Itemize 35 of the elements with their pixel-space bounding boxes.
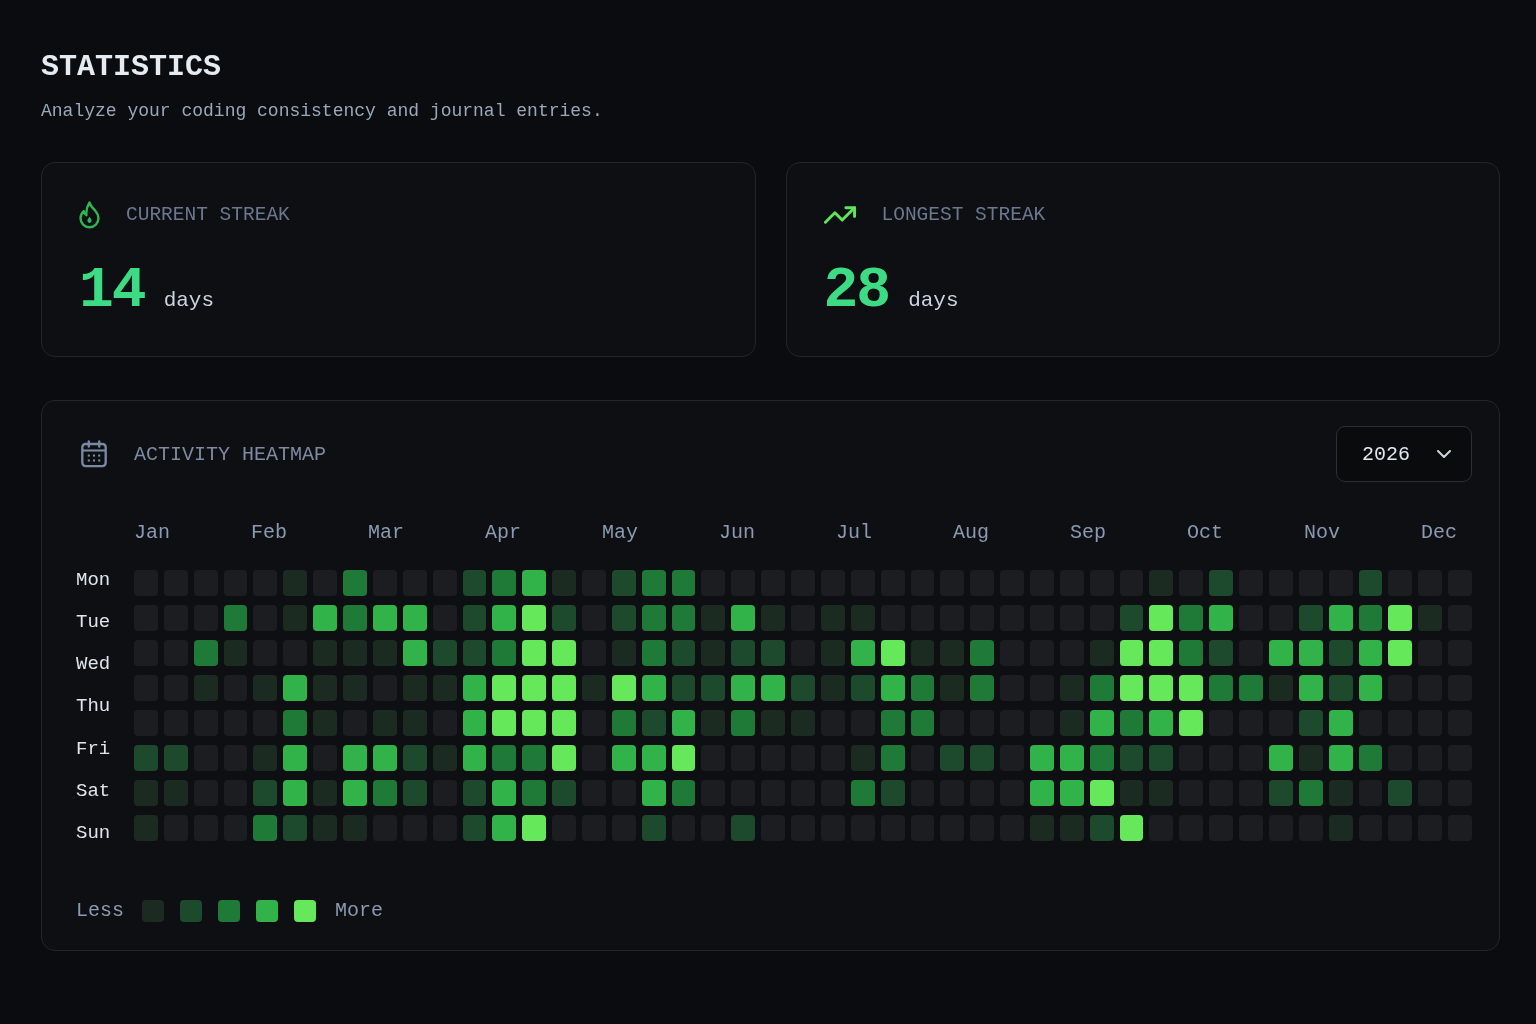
chevron-down-icon	[1437, 450, 1451, 458]
day-label: Tue	[76, 611, 111, 634]
day-label: Sun	[76, 821, 111, 844]
month-label: Jul	[836, 521, 872, 545]
month-label: Sep	[1070, 521, 1106, 545]
month-label: Oct	[1187, 521, 1223, 545]
month-label: Apr	[485, 521, 521, 545]
month-label: Dec	[1421, 521, 1457, 545]
day-label: Mon	[76, 569, 111, 591]
page-title: STATISTICS	[41, 49, 223, 85]
stat-unit: days	[908, 289, 959, 312]
flame-icon	[79, 201, 100, 229]
day-label: Sat	[76, 779, 111, 802]
month-label: Mar	[368, 521, 404, 545]
month-label: Nov	[1304, 521, 1340, 545]
month-label: Jun	[719, 521, 755, 545]
month-label: Feb	[251, 521, 287, 545]
day-label: Wed	[76, 653, 111, 676]
legend-less-label: Less	[76, 899, 124, 923]
year-dropdown[interactable]: 2026	[1336, 426, 1472, 482]
stat-label: CURRENT STREAK	[126, 203, 290, 227]
panel-title: ACTIVITY HEATMAP	[134, 442, 327, 466]
stat-value: 14	[79, 262, 145, 320]
trend-up-icon	[823, 206, 856, 224]
month-label: May	[602, 521, 638, 545]
legend-more-label: More	[335, 899, 384, 923]
page-subtitle: Analyze your coding consistency and journal entries.	[41, 100, 604, 123]
calendar-icon	[81, 440, 107, 468]
month-label: Jan	[134, 521, 170, 545]
stat-label: LONGEST STREAK	[881, 203, 1046, 227]
month-label: Aug	[953, 521, 989, 545]
stat-unit: days	[163, 289, 215, 312]
day-label: Thu	[76, 695, 111, 718]
stat-value: 28	[823, 262, 890, 320]
day-label: Fri	[76, 737, 111, 760]
